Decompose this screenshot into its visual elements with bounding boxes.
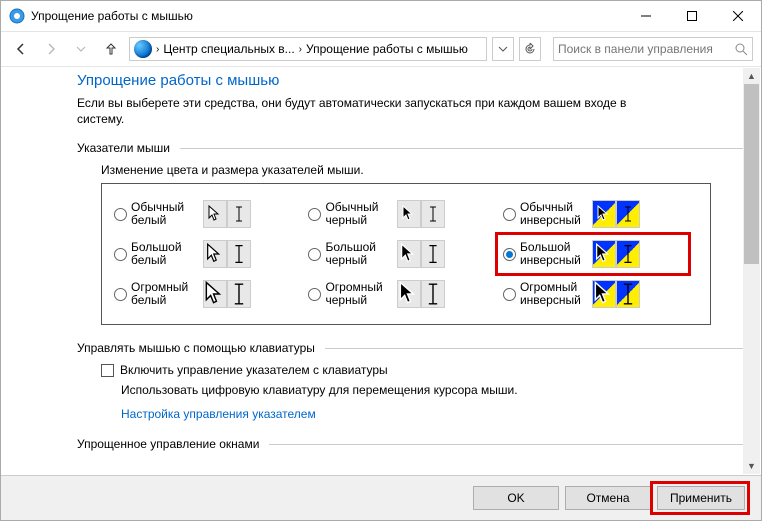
radio[interactable] (114, 208, 127, 221)
radio[interactable] (114, 288, 127, 301)
scroll-up-icon[interactable]: ▲ (743, 68, 760, 84)
pointer-option-inverse-large[interactable]: Большой инверсный (503, 234, 697, 274)
section-pointers: Указатели мыши (77, 141, 743, 155)
apply-button[interactable]: Применить (657, 486, 745, 510)
radio[interactable] (114, 248, 127, 261)
breadcrumb-item[interactable]: Центр специальных в... (163, 42, 294, 56)
cursor-preview (203, 200, 251, 228)
scrollbar-thumb[interactable] (744, 84, 759, 264)
radio[interactable] (308, 288, 321, 301)
titlebar: Упрощение работы с мышью (1, 1, 761, 31)
option-label: Большой инверсный (520, 241, 588, 269)
section-keyboard: Управлять мышью с помощью клавиатуры (77, 341, 743, 355)
keyboard-desc: Использовать цифровую клавиатуру для пер… (121, 383, 743, 397)
divider (269, 444, 743, 445)
option-label: Обычный черный (325, 201, 393, 229)
cursor-preview (203, 240, 251, 268)
breadcrumb-dropdown[interactable] (492, 37, 514, 61)
cursor-preview (397, 280, 445, 308)
pointer-option-black-xlarge[interactable]: Огромный черный (308, 274, 502, 314)
option-label: Огромный белый (131, 281, 199, 309)
divider (180, 148, 743, 149)
scroll-down-icon[interactable]: ▼ (743, 458, 760, 474)
divider (325, 348, 743, 349)
radio[interactable] (308, 208, 321, 221)
option-label: Огромный черный (325, 281, 393, 309)
checkbox[interactable] (101, 364, 114, 377)
close-button[interactable] (715, 1, 761, 31)
pointer-option-inverse-xlarge[interactable]: Огромный инверсный (503, 274, 697, 314)
radio[interactable] (308, 248, 321, 261)
refresh-button[interactable] (519, 37, 541, 61)
cursor-preview (203, 280, 251, 308)
breadcrumb-item[interactable]: Упрощение работы с мышью (306, 42, 468, 56)
app-icon (9, 8, 25, 24)
cursor-preview (592, 200, 640, 228)
checkbox-label: Включить управление указателем с клавиат… (120, 363, 388, 377)
pointer-option-white-xlarge[interactable]: Огромный белый (114, 274, 308, 314)
footer: OK Отмена Применить (1, 475, 761, 520)
search-box[interactable] (553, 37, 753, 61)
forward-button[interactable] (39, 37, 63, 61)
section-window-mgmt: Упрощенное управление окнами (77, 437, 743, 451)
option-label: Огромный инверсный (520, 281, 588, 309)
pointer-option-white-large[interactable]: Большой белый (114, 234, 308, 274)
window-title: Упрощение работы с мышью (31, 9, 623, 23)
scrollbar[interactable]: ▲ ▼ (743, 68, 760, 474)
pointer-option-white-normal[interactable]: Обычный белый (114, 194, 308, 234)
radio[interactable] (503, 248, 516, 261)
option-label: Обычный белый (131, 201, 199, 229)
pointer-option-black-large[interactable]: Большой черный (308, 234, 502, 274)
page-description: Если вы выберете эти средства, они будут… (77, 95, 667, 127)
pointers-subdesc: Изменение цвета и размера указателей мыш… (101, 163, 743, 177)
ok-button[interactable]: OK (473, 486, 559, 510)
option-label: Большой белый (131, 241, 199, 269)
chevron-right-icon: › (156, 44, 159, 55)
chevron-right-icon: › (299, 44, 302, 55)
pointer-settings-link[interactable]: Настройка управления указателем (121, 407, 316, 421)
radio[interactable] (503, 288, 516, 301)
navbar: › Центр специальных в... › Упрощение раб… (1, 31, 761, 67)
cursor-preview (592, 240, 640, 268)
minimize-button[interactable] (623, 1, 669, 31)
up-button[interactable] (99, 37, 123, 61)
search-icon (734, 42, 748, 56)
section-title-text: Упрощенное управление окнами (77, 437, 259, 451)
page-heading[interactable]: Упрощение работы с мышью (77, 68, 743, 89)
cursor-preview (592, 280, 640, 308)
option-label: Большой черный (325, 241, 393, 269)
radio[interactable] (503, 208, 516, 221)
keyboard-mouse-checkbox-row[interactable]: Включить управление указателем с клавиат… (101, 363, 743, 377)
section-title-text: Управлять мышью с помощью клавиатуры (77, 341, 315, 355)
cursor-preview (397, 240, 445, 268)
back-button[interactable] (9, 37, 33, 61)
control-panel-icon (134, 40, 152, 58)
section-title-text: Указатели мыши (77, 141, 170, 155)
recent-dropdown[interactable] (69, 37, 93, 61)
search-input[interactable] (558, 42, 734, 56)
option-label: Обычный инверсный (520, 201, 588, 229)
cancel-button[interactable]: Отмена (565, 486, 651, 510)
pointer-option-inverse-normal[interactable]: Обычный инверсный (503, 194, 697, 234)
content-area: Упрощение работы с мышью Если вы выберет… (1, 68, 743, 474)
pointer-grid: Обычный белый Обычный черный Обычный инв… (101, 183, 711, 325)
breadcrumb[interactable]: › Центр специальных в... › Упрощение раб… (129, 37, 487, 61)
pointer-option-black-normal[interactable]: Обычный черный (308, 194, 502, 234)
cursor-preview (397, 200, 445, 228)
maximize-button[interactable] (669, 1, 715, 31)
